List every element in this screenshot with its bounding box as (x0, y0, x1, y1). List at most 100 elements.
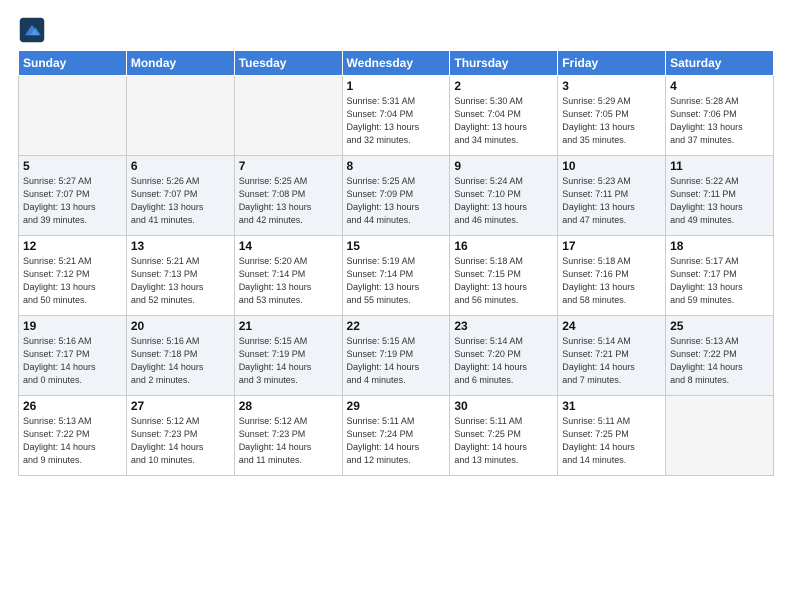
day-number: 4 (670, 79, 769, 93)
day-info: Sunrise: 5:13 AM Sunset: 7:22 PM Dayligh… (23, 415, 122, 467)
day-info: Sunrise: 5:22 AM Sunset: 7:11 PM Dayligh… (670, 175, 769, 227)
day-info: Sunrise: 5:19 AM Sunset: 7:14 PM Dayligh… (347, 255, 446, 307)
day-info: Sunrise: 5:11 AM Sunset: 7:25 PM Dayligh… (562, 415, 661, 467)
calendar-cell: 31Sunrise: 5:11 AM Sunset: 7:25 PM Dayli… (558, 396, 666, 476)
header-cell-thursday: Thursday (450, 51, 558, 76)
calendar-cell: 28 Sunrise: 5:12 AM Sunset: 7:23 PM Dayli… (234, 396, 342, 476)
day-info: Sunrise: 5:12 AM Sunset: 7:23 PM Dayligh… (131, 415, 230, 467)
day-number: 5 (23, 159, 122, 173)
day-info: Sunrise: 5:18 AM Sunset: 7:16 PM Dayligh… (562, 255, 661, 307)
day-info: Sunrise: 5:29 AM Sunset: 7:05 PM Dayligh… (562, 95, 661, 147)
day-info: Sunrise: 5:18 AM Sunset: 7:15 PM Dayligh… (454, 255, 553, 307)
day-info: Sunrise: 5:11 AM Sunset: 7:25 PM Dayligh… (454, 415, 553, 467)
day-info: Sunrise: 5:16 AM Sunset: 7:18 PM Dayligh… (131, 335, 230, 387)
day-number: 18 (670, 239, 769, 253)
calendar-cell: 17 Sunrise: 5:18 AM Sunset: 7:16 PM Dayli… (558, 236, 666, 316)
calendar-cell (126, 76, 234, 156)
calendar-cell: 20 Sunrise: 5:16 AM Sunset: 7:18 PM Dayli… (126, 316, 234, 396)
day-number: 19 (23, 319, 122, 333)
day-number: 30 (454, 399, 553, 413)
calendar-cell: 12 Sunrise: 5:21 AM Sunset: 7:12 PM Dayli… (19, 236, 127, 316)
day-number: 6 (131, 159, 230, 173)
calendar-cell: 5 Sunrise: 5:27 AM Sunset: 7:07 PM Daylig… (19, 156, 127, 236)
day-info: Sunrise: 5:31 AM Sunset: 7:04 PM Dayligh… (347, 95, 446, 147)
calendar-cell: 21 Sunrise: 5:15 AM Sunset: 7:19 PM Dayli… (234, 316, 342, 396)
header (18, 16, 774, 44)
header-cell-wednesday: Wednesday (342, 51, 450, 76)
day-number: 15 (347, 239, 446, 253)
day-info: Sunrise: 5:15 AM Sunset: 7:19 PM Dayligh… (347, 335, 446, 387)
calendar-cell: 30 Sunrise: 5:11 AM Sunset: 7:25 PM Dayli… (450, 396, 558, 476)
header-cell-friday: Friday (558, 51, 666, 76)
day-info: Sunrise: 5:14 AM Sunset: 7:20 PM Dayligh… (454, 335, 553, 387)
day-number: 29 (347, 399, 446, 413)
calendar-cell: 13Sunrise: 5:21 AM Sunset: 7:13 PM Dayli… (126, 236, 234, 316)
day-info: Sunrise: 5:12 AM Sunset: 7:23 PM Dayligh… (239, 415, 338, 467)
day-info: Sunrise: 5:17 AM Sunset: 7:17 PM Dayligh… (670, 255, 769, 307)
week-row-3: 12 Sunrise: 5:21 AM Sunset: 7:12 PM Dayli… (19, 236, 774, 316)
calendar-cell: 11Sunrise: 5:22 AM Sunset: 7:11 PM Dayli… (666, 156, 774, 236)
calendar-cell (19, 76, 127, 156)
day-info: Sunrise: 5:15 AM Sunset: 7:19 PM Dayligh… (239, 335, 338, 387)
day-number: 22 (347, 319, 446, 333)
calendar-cell: 2Sunrise: 5:30 AM Sunset: 7:04 PM Daylig… (450, 76, 558, 156)
calendar-cell: 23 Sunrise: 5:14 AM Sunset: 7:20 PM Dayli… (450, 316, 558, 396)
header-cell-sunday: Sunday (19, 51, 127, 76)
calendar-cell (234, 76, 342, 156)
day-number: 24 (562, 319, 661, 333)
calendar-cell: 15 Sunrise: 5:19 AM Sunset: 7:14 PM Dayli… (342, 236, 450, 316)
calendar-cell: 9 Sunrise: 5:24 AM Sunset: 7:10 PM Daylig… (450, 156, 558, 236)
calendar-cell: 8 Sunrise: 5:25 AM Sunset: 7:09 PM Daylig… (342, 156, 450, 236)
day-number: 14 (239, 239, 338, 253)
day-number: 20 (131, 319, 230, 333)
day-number: 8 (347, 159, 446, 173)
calendar-cell (666, 396, 774, 476)
day-info: Sunrise: 5:16 AM Sunset: 7:17 PM Dayligh… (23, 335, 122, 387)
calendar-cell: 26 Sunrise: 5:13 AM Sunset: 7:22 PM Dayli… (19, 396, 127, 476)
week-row-2: 5 Sunrise: 5:27 AM Sunset: 7:07 PM Daylig… (19, 156, 774, 236)
calendar-table: SundayMondayTuesdayWednesdayThursdayFrid… (18, 50, 774, 476)
page: SundayMondayTuesdayWednesdayThursdayFrid… (0, 0, 792, 486)
day-number: 25 (670, 319, 769, 333)
calendar-cell: 7 Sunrise: 5:25 AM Sunset: 7:08 PM Daylig… (234, 156, 342, 236)
day-number: 3 (562, 79, 661, 93)
day-number: 1 (347, 79, 446, 93)
calendar-cell: 22 Sunrise: 5:15 AM Sunset: 7:19 PM Dayli… (342, 316, 450, 396)
day-number: 2 (454, 79, 553, 93)
day-number: 26 (23, 399, 122, 413)
calendar-cell: 10Sunrise: 5:23 AM Sunset: 7:11 PM Dayli… (558, 156, 666, 236)
calendar-cell: 4 Sunrise: 5:28 AM Sunset: 7:06 PM Daylig… (666, 76, 774, 156)
calendar-cell: 14 Sunrise: 5:20 AM Sunset: 7:14 PM Dayli… (234, 236, 342, 316)
day-info: Sunrise: 5:25 AM Sunset: 7:08 PM Dayligh… (239, 175, 338, 227)
day-number: 9 (454, 159, 553, 173)
logo-icon (18, 16, 46, 44)
day-number: 12 (23, 239, 122, 253)
header-cell-tuesday: Tuesday (234, 51, 342, 76)
calendar-cell: 1 Sunrise: 5:31 AM Sunset: 7:04 PM Daylig… (342, 76, 450, 156)
day-info: Sunrise: 5:13 AM Sunset: 7:22 PM Dayligh… (670, 335, 769, 387)
calendar-cell: 27 Sunrise: 5:12 AM Sunset: 7:23 PM Dayli… (126, 396, 234, 476)
day-number: 21 (239, 319, 338, 333)
day-info: Sunrise: 5:14 AM Sunset: 7:21 PM Dayligh… (562, 335, 661, 387)
day-number: 23 (454, 319, 553, 333)
header-cell-saturday: Saturday (666, 51, 774, 76)
day-number: 7 (239, 159, 338, 173)
calendar-cell: 18 Sunrise: 5:17 AM Sunset: 7:17 PM Dayli… (666, 236, 774, 316)
header-row: SundayMondayTuesdayWednesdayThursdayFrid… (19, 51, 774, 76)
day-number: 17 (562, 239, 661, 253)
day-info: Sunrise: 5:23 AM Sunset: 7:11 PM Dayligh… (562, 175, 661, 227)
day-info: Sunrise: 5:25 AM Sunset: 7:09 PM Dayligh… (347, 175, 446, 227)
day-info: Sunrise: 5:26 AM Sunset: 7:07 PM Dayligh… (131, 175, 230, 227)
day-info: Sunrise: 5:28 AM Sunset: 7:06 PM Dayligh… (670, 95, 769, 147)
day-info: Sunrise: 5:27 AM Sunset: 7:07 PM Dayligh… (23, 175, 122, 227)
logo (18, 16, 50, 44)
calendar-cell: 3 Sunrise: 5:29 AM Sunset: 7:05 PM Daylig… (558, 76, 666, 156)
calendar-cell: 16Sunrise: 5:18 AM Sunset: 7:15 PM Dayli… (450, 236, 558, 316)
day-number: 27 (131, 399, 230, 413)
day-number: 28 (239, 399, 338, 413)
calendar-cell: 29Sunrise: 5:11 AM Sunset: 7:24 PM Dayli… (342, 396, 450, 476)
calendar-cell: 24 Sunrise: 5:14 AM Sunset: 7:21 PM Dayli… (558, 316, 666, 396)
day-info: Sunrise: 5:24 AM Sunset: 7:10 PM Dayligh… (454, 175, 553, 227)
day-info: Sunrise: 5:21 AM Sunset: 7:12 PM Dayligh… (23, 255, 122, 307)
day-info: Sunrise: 5:20 AM Sunset: 7:14 PM Dayligh… (239, 255, 338, 307)
